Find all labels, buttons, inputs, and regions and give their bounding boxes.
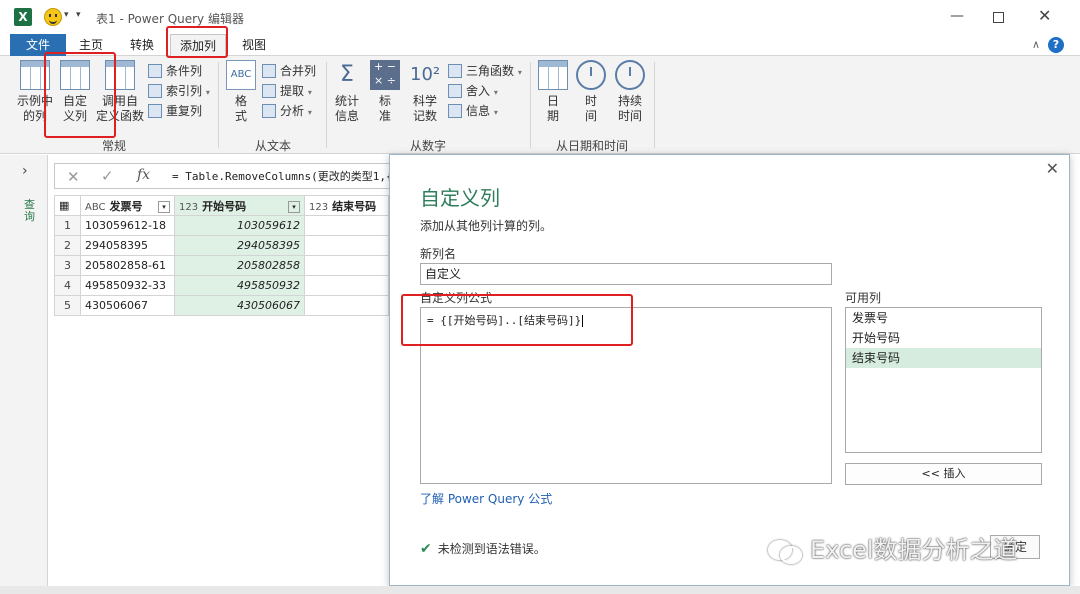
index-column-icon [148,84,162,98]
available-columns-list: 发票号 开始号码 结束号码 [845,307,1042,453]
ribbon-tabs: 文件 主页 转换 添加列 视图 [0,34,1080,56]
window-title: 表1 - Power Query 编辑器 [96,12,244,26]
available-columns-label: 可用列 [845,291,882,305]
data-grid: ▦ ABC 发票号 ▾ 123 开始号码 ▾ 123 结束号码 1 103059612-1… [54,195,389,316]
parse-button[interactable]: 分析 ▾ [262,102,312,120]
tab-transform[interactable]: 转换 [120,34,164,56]
group-label-from-number: 从数字 [409,139,446,153]
table-row[interactable]: 5 430506067 430506067 [54,295,389,316]
text-format-icon: ABC [226,60,256,90]
extract-icon [262,84,276,98]
table-row[interactable]: 3 205802858-61 205802858 [54,255,389,276]
fx-icon[interactable]: fx [137,167,150,183]
queries-pane-label[interactable]: 查询 [24,199,36,223]
column-header-start[interactable]: 123 开始号码 ▾ [174,195,305,216]
merge-columns-icon [262,64,276,78]
dialog-title: 自定义列 [420,186,500,210]
minimize-button[interactable]: — [950,8,964,24]
parse-icon [262,104,276,118]
custom-column-dialog: ✕ 自定义列 添加从其他列计算的列。 新列名 自定义 自定义列公式 = {[开始… [389,154,1070,586]
duplicate-column-button[interactable]: 重复列 [148,102,202,120]
watermark: Excel数据分析之道 [768,530,1018,565]
formula-text[interactable]: = Table.RemoveColumns(更改的类型1,{ [164,163,390,189]
new-column-name-label: 新列名 [420,247,457,261]
column-header-end[interactable]: 123 结束号码 [304,195,389,216]
extract-button[interactable]: 提取 ▾ [262,82,312,100]
status-bar [0,586,1080,594]
sigma-icon: Σ [340,62,354,87]
syntax-status: ✔ 未检测到语法错误。 [420,541,546,557]
dialog-close-icon[interactable]: ✕ [1046,159,1059,178]
group-label-general: 常规 [101,139,126,153]
list-item[interactable]: 发票号 [846,308,1041,328]
group-label-from-text: 从文本 [254,139,291,153]
triangle-icon [448,64,462,78]
collapse-ribbon-icon[interactable]: ∧ [1032,38,1040,51]
close-button[interactable]: ✕ [1038,6,1051,25]
clock-icon [576,60,606,90]
insert-button[interactable]: << 插入 [845,463,1042,485]
rounding-icon [448,84,462,98]
annotation-box-add-column [166,26,228,58]
annotation-box-formula [401,294,633,346]
filter-dropdown-icon[interactable]: ▾ [158,200,170,213]
list-item[interactable]: 结束号码 [846,348,1041,368]
filter-dropdown-icon[interactable]: ▾ [288,200,300,213]
table-row[interactable]: 2 294058395 294058395 [54,235,389,256]
merge-columns-button[interactable]: 合并列 [262,62,316,80]
maximize-button[interactable] [993,12,1004,23]
help-icon[interactable]: ? [1048,37,1064,53]
learn-formulas-link[interactable]: 了解 Power Query 公式 [420,490,552,507]
excel-icon: X [14,8,32,26]
group-label-from-datetime: 从日期和时间 [555,139,628,153]
table-menu-icon[interactable]: ▦ [54,195,81,216]
table-row[interactable]: 1 103059612-18 103059612 [54,215,389,236]
power-icon: 10² [410,64,441,85]
cancel-formula-icon[interactable]: ✕ [67,168,80,186]
annotation-box-custom-column [44,52,116,138]
calendar-icon [538,60,568,90]
list-item[interactable]: 开始号码 [846,328,1041,348]
conditional-column-icon [148,64,162,78]
table-row[interactable]: 4 495850932-33 495850932 [54,275,389,296]
date-button[interactable]: 日 期 [538,60,568,124]
queries-pane: › 查询 [0,155,48,594]
dialog-subtitle: 添加从其他列计算的列。 [420,219,553,233]
trigonometry-button[interactable]: 三角函数 ▾ [448,62,522,80]
smiley-icon[interactable] [44,8,62,26]
stopwatch-icon [615,60,645,90]
new-column-name-input[interactable]: 自定义 [420,263,832,285]
column-header-invoice[interactable]: ABC 发票号 ▾ [80,195,175,216]
chevron-down-icon[interactable]: ▾ [64,10,69,20]
scientific-button[interactable]: 10² 科学 记数 [408,60,442,124]
ribbon: 示例中 的列 自定 义列 调用自 定义函数 条件列 索引列 ▾ 重复列 常规 A… [0,56,1080,154]
information-button[interactable]: 信息 ▾ [448,102,498,120]
time-button[interactable]: 时 间 [576,60,606,124]
qat-customize-icon[interactable]: ▾ [76,10,81,20]
tab-view[interactable]: 视图 [232,34,276,56]
duplicate-column-icon [148,104,162,118]
index-column-button[interactable]: 索引列 ▾ [148,82,210,100]
conditional-column-button[interactable]: 条件列 [148,62,202,80]
confirm-formula-icon[interactable]: ✓ [101,167,114,185]
format-button[interactable]: ABC 格 式 [226,60,256,124]
wechat-icon [768,538,802,564]
duration-button[interactable]: 持续 时间 [612,60,648,124]
calculator-icon [370,60,400,90]
rounding-button[interactable]: 舍入 ▾ [448,82,498,100]
standard-button[interactable]: 标 准 [370,60,400,124]
title-bar: X ▾ ▾ 表1 - Power Query 编辑器 — ✕ [0,0,1080,34]
expand-queries-icon[interactable]: › [22,163,28,179]
checkmark-icon: ✔ [420,541,432,557]
info-icon [448,104,462,118]
statistics-button[interactable]: Σ 统计 信息 [332,60,362,124]
